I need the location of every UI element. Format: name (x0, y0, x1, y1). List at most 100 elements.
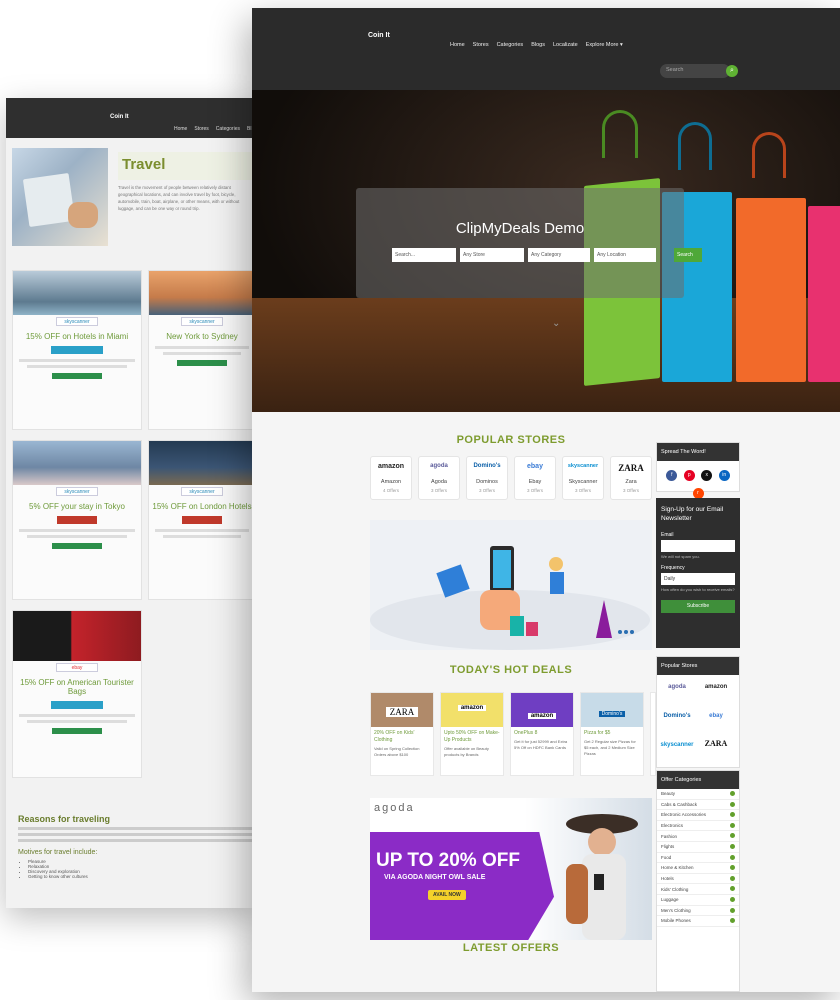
category-item[interactable]: Mobile Phones (657, 916, 739, 927)
card-text-line (163, 352, 241, 355)
category-item[interactable]: Kids' Clothing (657, 884, 739, 895)
store-select[interactable]: Any Store (460, 248, 524, 262)
nav-home[interactable]: Home (450, 42, 465, 48)
nav-stores[interactable]: Stores (473, 42, 489, 48)
deal-card[interactable]: ZARA 20% OFF on Kids' Clothing Valid on … (370, 692, 434, 776)
category-item[interactable]: Luggage (657, 895, 739, 906)
back-nav-blog[interactable]: Bl (247, 126, 251, 132)
background-page-travel: Coin It Home Stores Categories Bl Travel… (6, 98, 256, 908)
facebook-icon[interactable]: f (666, 470, 678, 481)
card-get-code-button[interactable] (182, 516, 222, 524)
hero-search-input[interactable]: Search... (392, 248, 456, 262)
back-nav-home[interactable]: Home (174, 126, 187, 132)
pink-bag-illustration (808, 206, 840, 382)
popular-store-ebay[interactable]: ebay (699, 713, 733, 731)
category-item[interactable]: Men's Clothing (657, 906, 739, 917)
store-logo: Domino's (473, 463, 501, 469)
pinterest-icon[interactable]: p (683, 470, 695, 481)
popular-stores-title: POPULAR STORES (456, 434, 566, 446)
category-item[interactable]: Home & Kitchen (657, 863, 739, 874)
location-select[interactable]: Any Location (594, 248, 656, 262)
card-get-deal-button[interactable] (51, 701, 103, 709)
offer-card[interactable]: skyscanner 15% OFF on Hotels in Miami (12, 270, 142, 430)
back-nav-categories[interactable]: Categories (216, 126, 240, 132)
card-text-line (155, 529, 249, 532)
back-brand[interactable]: Coin It (110, 114, 129, 120)
deal-title: 20% OFF on Kids' Clothing (374, 730, 415, 743)
agoda-logo: agoda (374, 802, 415, 814)
offer-card[interactable]: skyscanner 15% OFF on London Hotels (148, 440, 256, 600)
x-icon[interactable]: x (701, 470, 713, 481)
hand-illustration (68, 202, 98, 228)
email-field[interactable] (661, 540, 735, 552)
card-image (149, 271, 255, 315)
card-image (149, 441, 255, 485)
frequency-select[interactable]: Daily (661, 573, 735, 585)
brand-logo[interactable]: Coin It (368, 32, 390, 39)
category-item[interactable]: Cabs & Cashback (657, 800, 739, 811)
card-get-deal-button[interactable] (51, 346, 103, 354)
newsletter-widget: Sign-Up for our Email Newsletter Email W… (656, 498, 740, 648)
card-get-code-button[interactable] (57, 516, 97, 524)
store-card-skyscanner[interactable]: skyscanner Skyscanner 3 Offers (562, 456, 604, 500)
promo-banner-slider[interactable] (370, 520, 652, 650)
hero-search-button[interactable]: Search (674, 248, 702, 262)
banner-subtitle: VIA AGODA NIGHT OWL SALE (384, 874, 486, 881)
category-description: Travel is the movement of people between… (118, 185, 240, 211)
card-title: 5% OFF your stay in Tokyo (29, 502, 125, 511)
nav-localizate[interactable]: Localizate (553, 42, 578, 48)
deal-card[interactable]: amazon Upto 50% OFF on Make-Up Products … (440, 692, 504, 776)
email-label: Email (661, 532, 674, 538)
popular-store-zara[interactable]: ZARA (699, 739, 733, 757)
latest-offers-title: LATEST OFFERS (462, 942, 560, 954)
avail-now-button[interactable]: AVAIL NOW (428, 890, 466, 900)
nav-search-input[interactable]: Search (660, 64, 730, 78)
card-text-line (19, 529, 135, 532)
nav-categories[interactable]: Categories (497, 42, 524, 48)
category-item[interactable]: Flights (657, 842, 739, 853)
linkedin-icon[interactable]: in (718, 470, 730, 481)
email-hint: We will not spam you. (661, 554, 700, 559)
store-card-agoda[interactable]: agoda Agoda 3 Offers (418, 456, 460, 500)
card-text-line (163, 535, 241, 538)
deal-description: Get it for just 52999 and Extra 5% Off o… (514, 739, 568, 750)
store-card-ebay[interactable]: ebay Ebay 3 Offers (514, 456, 556, 500)
category-item[interactable]: Electronics (657, 821, 739, 832)
store-card-zara[interactable]: ZARA Zara 3 Offers (610, 456, 652, 500)
popular-store-skyscanner[interactable]: skyscanner (660, 742, 694, 760)
nav-explore-more[interactable]: Explore More ▾ (586, 42, 623, 48)
card-text-line (27, 535, 127, 538)
subscribe-button[interactable]: Subscribe (661, 600, 735, 613)
offer-card[interactable]: ebay 15% OFF on American Tourister Bags (12, 610, 142, 778)
search-icon[interactable]: ⌕ (726, 65, 738, 77)
offer-card[interactable]: skyscanner 5% OFF your stay in Tokyo (12, 440, 142, 600)
travel-category-image (12, 148, 108, 246)
store-card-amazon[interactable]: amazon Amazon 4 Offers (370, 456, 412, 500)
category-item[interactable]: Fashion (657, 831, 739, 842)
category-item[interactable]: Beauty (657, 789, 739, 800)
popular-store-amazon[interactable]: amazon (699, 684, 733, 702)
popular-store-agoda[interactable]: agoda (660, 684, 694, 702)
store-offers: 4 Offers (383, 488, 399, 493)
deal-image: amazon (511, 693, 573, 727)
back-nav-stores[interactable]: Stores (194, 126, 208, 132)
deal-card[interactable]: amazon OnePlus 8 Get it for just 52999 a… (510, 692, 574, 776)
store-card-dominos[interactable]: Domino's Dominos 3 Offers (466, 456, 508, 500)
deal-title: Upto 50% OFF on Make-Up Products (444, 730, 500, 743)
nav-blogs[interactable]: Blogs (531, 42, 545, 48)
deal-card[interactable]: Domino's Pizza for $5 Get 2 Regular size… (580, 692, 644, 776)
category-select[interactable]: Any Category (528, 248, 590, 262)
card-title: New York to Sydney (166, 332, 238, 341)
category-item[interactable]: Hotels (657, 874, 739, 885)
store-name: Zara (625, 479, 637, 485)
offer-card[interactable]: skyscanner New York to Sydney (148, 270, 256, 430)
agoda-sale-banner[interactable]: agoda UP TO 20% OFF VIA AGODA NIGHT OWL … (370, 798, 652, 940)
category-item[interactable]: Food (657, 853, 739, 864)
store-offers: 3 Offers (623, 488, 639, 493)
chevron-down-icon[interactable]: ⌄ (552, 318, 560, 329)
popular-store-dominos[interactable]: Domino's (660, 713, 694, 731)
reasons-title: Reasons for traveling (18, 814, 111, 824)
store-offers: 3 Offers (479, 488, 495, 493)
deal-image: ZARA (371, 693, 433, 727)
category-item[interactable]: Electronic Accessories (657, 810, 739, 821)
